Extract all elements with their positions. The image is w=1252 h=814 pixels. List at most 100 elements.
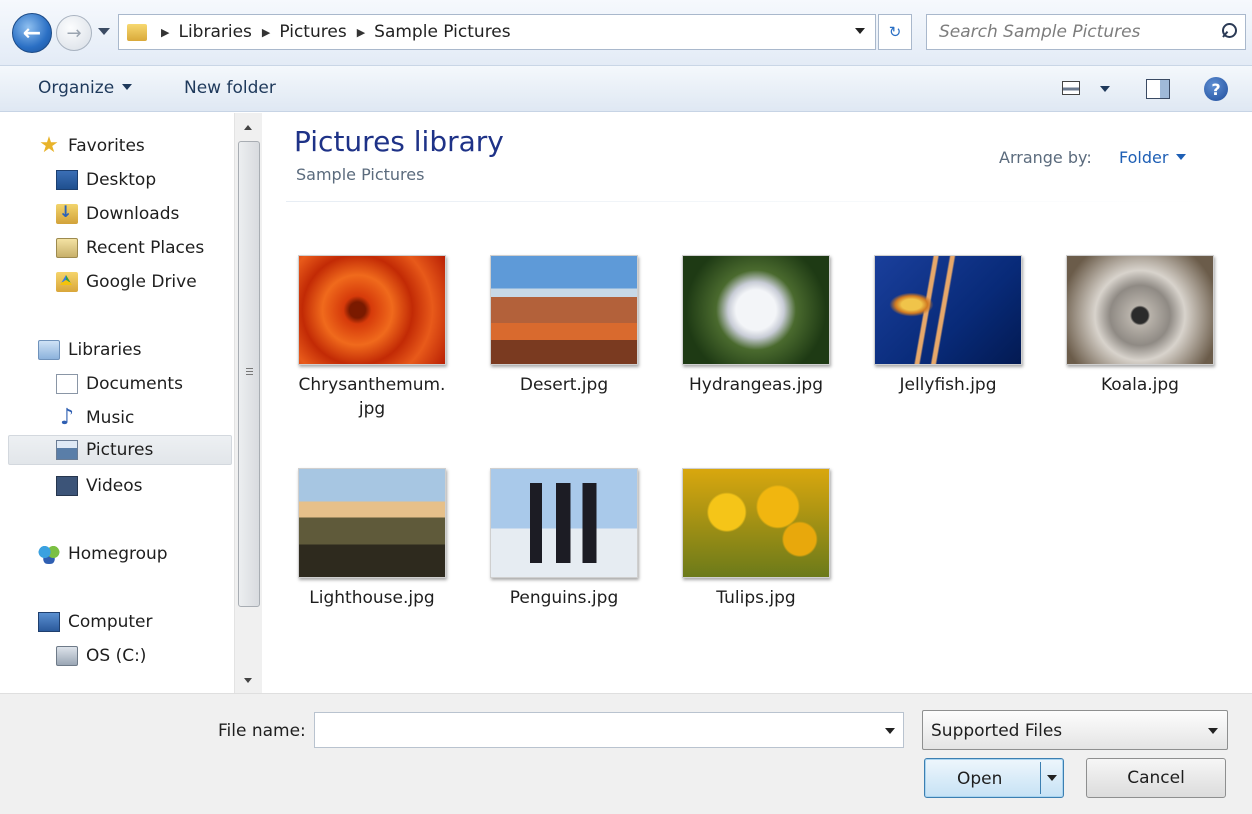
- sidebar-item-music[interactable]: ♪ Music: [56, 403, 134, 433]
- file-type-select[interactable]: Supported Files: [922, 710, 1228, 750]
- search-box[interactable]: [926, 14, 1246, 50]
- file-tile-tulips[interactable]: Tulips.jpg: [671, 468, 841, 610]
- open-options-chevron-icon[interactable]: [1047, 775, 1057, 781]
- file-tile-hydrangeas[interactable]: Hydrangeas.jpg: [671, 255, 841, 397]
- address-history-chevron-icon[interactable]: [855, 28, 865, 34]
- sidebar-item-pictures[interactable]: Pictures: [8, 435, 232, 465]
- breadcrumb-separator-icon[interactable]: ▶: [161, 26, 169, 39]
- breadcrumb-separator-icon[interactable]: ▶: [262, 26, 270, 39]
- breadcrumb-pictures[interactable]: Pictures: [279, 22, 346, 42]
- chevron-down-icon: [122, 84, 133, 90]
- file-tile-chrysanthemum[interactable]: Chrysanthemum. jpg: [287, 255, 457, 421]
- divider: [286, 201, 1216, 202]
- sidebar-item-recent-places[interactable]: Recent Places: [56, 233, 204, 263]
- sidebar-item-label: Videos: [86, 476, 143, 496]
- pictures-icon: [56, 440, 78, 460]
- breadcrumb-sample-pictures[interactable]: Sample Pictures: [374, 22, 510, 42]
- music-note-icon: ♪: [59, 405, 75, 430]
- sidebar-item-label: Google Drive: [86, 272, 197, 292]
- file-name: Hydrangeas.jpg: [688, 375, 824, 395]
- search-input[interactable]: [927, 15, 1215, 49]
- sidebar-item-label: Pictures: [86, 440, 154, 460]
- refresh-icon[interactable]: ↻: [878, 14, 912, 50]
- page-title: Pictures library: [294, 125, 504, 158]
- sidebar-item-videos[interactable]: Videos: [56, 471, 143, 501]
- sidebar-item-google-drive[interactable]: Google Drive: [56, 267, 197, 297]
- image-thumbnail: [682, 468, 830, 578]
- address-bar: ← → ▶ Libraries ▶ Pictures ▶ Sample Pict…: [0, 0, 1252, 66]
- scroll-down-arrow-icon[interactable]: [244, 678, 252, 683]
- sidebar-item-desktop[interactable]: Desktop: [56, 165, 156, 195]
- sidebar-item-favorites[interactable]: ★ Favorites: [38, 131, 145, 161]
- search-icon[interactable]: [1215, 17, 1245, 47]
- file-list: Pictures library Sample Pictures Arrange…: [266, 113, 1252, 693]
- sidebar-item-label: Computer: [68, 612, 153, 632]
- sidebar-item-label: Desktop: [86, 170, 157, 190]
- hard-drive-icon: [56, 646, 78, 666]
- sidebar-item-label: Favorites: [68, 136, 145, 156]
- sidebar-item-os-drive[interactable]: OS (C:): [56, 641, 146, 671]
- image-thumbnail: [1066, 255, 1214, 365]
- sidebar-item-label: Downloads: [86, 204, 180, 224]
- page-subtitle: Sample Pictures: [296, 165, 425, 184]
- file-name-history-chevron-icon[interactable]: [885, 728, 895, 734]
- change-view-icon[interactable]: [1062, 81, 1080, 95]
- arrange-by-value: Folder: [1119, 148, 1169, 167]
- arrange-by-dropdown[interactable]: Folder: [1119, 148, 1187, 167]
- file-tile-jellyfish[interactable]: Jellyfish.jpg: [863, 255, 1033, 397]
- sidebar-item-computer[interactable]: Computer: [38, 607, 153, 637]
- scroll-up-arrow-icon[interactable]: [244, 125, 252, 130]
- breadcrumb[interactable]: ▶ Libraries ▶ Pictures ▶ Sample Pictures: [118, 14, 876, 50]
- file-name-combobox[interactable]: [314, 712, 904, 748]
- open-button[interactable]: Open: [924, 758, 1064, 798]
- image-thumbnail: [298, 468, 446, 578]
- new-folder-button[interactable]: New folder: [184, 78, 276, 98]
- chevron-down-icon: [1208, 728, 1218, 734]
- file-name-input[interactable]: [315, 713, 903, 747]
- organize-button[interactable]: Organize: [38, 78, 133, 98]
- sidebar-item-documents[interactable]: Documents: [56, 369, 183, 399]
- image-thumbnail: [298, 255, 446, 365]
- sidebar-item-label: Libraries: [68, 340, 142, 360]
- dialog-footer: File name: Supported Files Open Cancel: [0, 693, 1252, 814]
- file-tile-koala[interactable]: Koala.jpg: [1055, 255, 1225, 397]
- file-tile-desert[interactable]: Desert.jpg: [479, 255, 649, 397]
- file-tile-lighthouse[interactable]: Lighthouse.jpg: [287, 468, 457, 610]
- sidebar-item-label: OS (C:): [86, 646, 147, 666]
- file-name: Lighthouse.jpg: [309, 588, 435, 608]
- star-icon: ★: [39, 133, 59, 158]
- back-arrow-icon[interactable]: ←: [12, 13, 52, 53]
- scroll-thumb[interactable]: [238, 141, 260, 607]
- libraries-icon: [38, 340, 60, 360]
- sidebar-item-downloads[interactable]: Downloads: [56, 199, 179, 229]
- chevron-down-icon: [1176, 154, 1187, 160]
- help-icon[interactable]: ?: [1204, 77, 1228, 101]
- file-name: Desert.jpg: [519, 375, 609, 395]
- view-options-chevron-icon[interactable]: [1100, 86, 1110, 92]
- image-thumbnail: [682, 255, 830, 365]
- forward-arrow-icon[interactable]: →: [56, 15, 92, 51]
- breadcrumb-libraries[interactable]: Libraries: [178, 22, 251, 42]
- sidebar-item-label: Recent Places: [86, 238, 205, 258]
- sidebar-item-homegroup[interactable]: Homegroup: [38, 539, 168, 569]
- file-name-line: jpg: [358, 399, 386, 419]
- navigation-scrollbar[interactable]: [234, 113, 262, 693]
- google-drive-icon: [56, 272, 78, 292]
- computer-icon: [38, 612, 60, 632]
- sidebar-item-libraries[interactable]: Libraries: [38, 335, 141, 365]
- image-thumbnail: [490, 255, 638, 365]
- split-divider: [1040, 762, 1041, 794]
- sidebar-item-label: Documents: [86, 374, 183, 394]
- breadcrumb-separator-icon[interactable]: ▶: [357, 26, 365, 39]
- file-name-line: Chrysanthemum.: [298, 375, 446, 395]
- sidebar-item-label: Music: [86, 408, 135, 428]
- recent-pages-chevron-icon[interactable]: [98, 28, 110, 35]
- file-tile-penguins[interactable]: Penguins.jpg: [479, 468, 649, 610]
- file-name-label: File name:: [218, 721, 306, 741]
- preview-pane-icon[interactable]: [1146, 79, 1170, 99]
- downloads-icon: [56, 202, 78, 224]
- documents-icon: [56, 374, 78, 394]
- cancel-button[interactable]: Cancel: [1086, 758, 1226, 798]
- recent-places-icon: [56, 238, 78, 258]
- videos-icon: [56, 476, 78, 496]
